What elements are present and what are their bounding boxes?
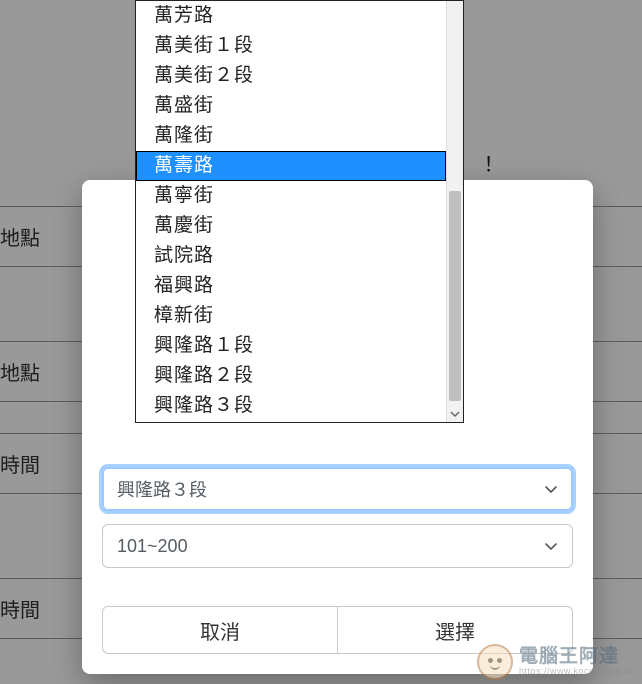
scroll-down-icon[interactable] bbox=[447, 406, 463, 422]
listbox-option[interactable]: 萬慶街 bbox=[136, 211, 446, 241]
chevron-down-icon bbox=[544, 539, 558, 553]
scrollbar-thumb[interactable] bbox=[449, 191, 461, 401]
street-select[interactable]: 興隆路３段 bbox=[102, 467, 573, 511]
listbox-option[interactable]: 萬美街２段 bbox=[136, 61, 446, 91]
listbox-option[interactable]: 萬寧街 bbox=[136, 181, 446, 211]
listbox-option[interactable]: 萬盛街 bbox=[136, 91, 446, 121]
listbox-option[interactable]: 萬隆街 bbox=[136, 121, 446, 151]
listbox-option[interactable]: 萬芳路 bbox=[136, 1, 446, 31]
listbox-option[interactable]: 興隆路２段 bbox=[136, 361, 446, 391]
cancel-button[interactable]: 取消 bbox=[102, 606, 338, 654]
chevron-down-icon bbox=[544, 482, 558, 496]
listbox-option[interactable]: 興隆路３段 bbox=[136, 391, 446, 421]
street-listbox[interactable]: 萬芳路萬美街１段萬美街２段萬盛街萬隆街萬壽路萬寧街萬慶街試院路福興路樟新街興隆路… bbox=[135, 0, 464, 423]
listbox-option[interactable]: 試院路 bbox=[136, 241, 446, 271]
confirm-button[interactable]: 選擇 bbox=[337, 606, 573, 654]
street-select-value: 興隆路３段 bbox=[117, 476, 207, 502]
listbox-option[interactable]: 萬壽路 bbox=[136, 151, 446, 181]
scrollbar[interactable] bbox=[446, 1, 463, 422]
range-select-value: 101~200 bbox=[117, 536, 188, 557]
range-select[interactable]: 101~200 bbox=[102, 524, 573, 568]
listbox-option[interactable]: 興隆路１段 bbox=[136, 331, 446, 361]
listbox-option[interactable]: 萬美街１段 bbox=[136, 31, 446, 61]
listbox-option[interactable]: 福興路 bbox=[136, 271, 446, 301]
listbox-option[interactable]: 樟新街 bbox=[136, 301, 446, 331]
